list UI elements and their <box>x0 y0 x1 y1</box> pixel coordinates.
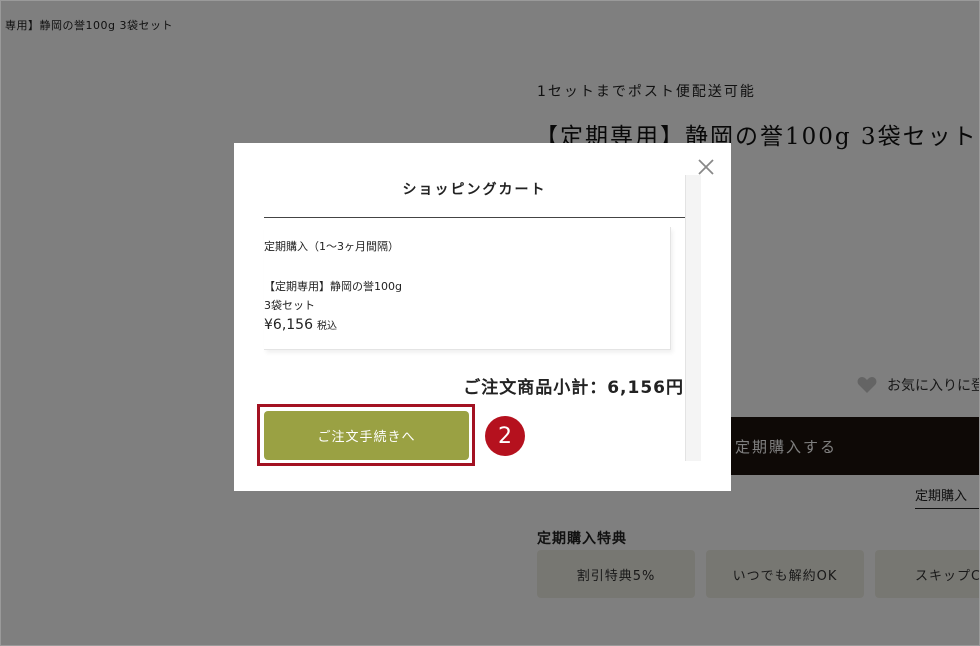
cart-item: 定期購入（1〜3ヶ月間隔） 【定期専用】静岡の誉100g 3袋セット ¥6,15… <box>264 227 671 350</box>
modal-title: ショッピングカート <box>402 182 547 198</box>
item-plan: 定期購入（1〜3ヶ月間隔） <box>264 240 399 253</box>
item-price: ¥6,156 税込 <box>264 317 337 333</box>
cart-modal: ショッピングカート 定期購入（1〜3ヶ月間隔） 【定期専用】静岡の誉100g 3… <box>234 143 731 491</box>
modal-scrollbar[interactable] <box>685 175 701 461</box>
item-tax-label: 税込 <box>317 321 337 332</box>
close-icon[interactable] <box>694 155 718 179</box>
step-badge: 2 <box>485 416 525 456</box>
page-frame: 専用】静岡の誉100g 3袋セット 1セットまでポスト便配送可能 【定期専用】静… <box>0 0 980 646</box>
title-divider <box>264 217 685 218</box>
item-name: 【定期専用】静岡の誉100g 3袋セット <box>264 280 402 312</box>
item-price-value: ¥6,156 <box>264 317 313 333</box>
checkout-button[interactable]: ご注文手続きへ <box>264 411 469 460</box>
cart-subtotal: ご注文商品小計：6,156円 <box>463 378 684 398</box>
